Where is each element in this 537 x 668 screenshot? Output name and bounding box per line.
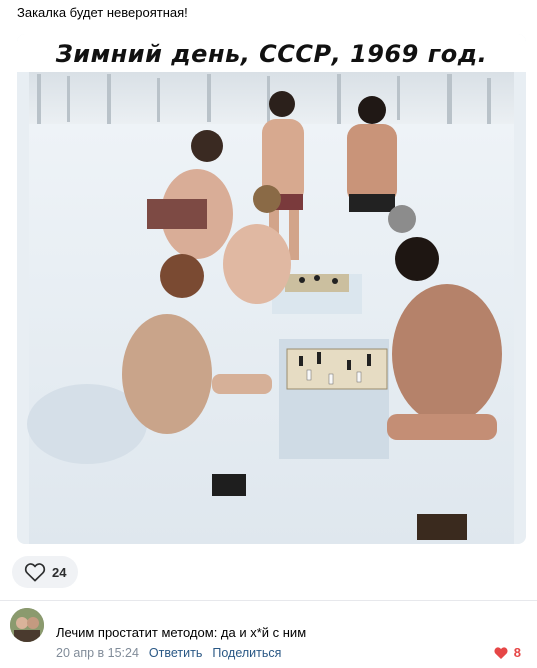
reply-button[interactable]: Ответить <box>149 646 202 660</box>
divider <box>0 600 537 601</box>
comment-text: Лечим простатит методом: да и х*й с ним <box>56 625 307 640</box>
post-text: Закалка будет невероятная! <box>17 5 188 20</box>
heart-outline-icon <box>24 563 46 582</box>
post-like-button[interactable]: 24 <box>12 556 79 588</box>
comment-like-count: 8 <box>513 645 521 660</box>
post-like-count: 24 <box>52 564 67 580</box>
heart-filled-icon <box>494 646 508 659</box>
chess-board-back <box>285 274 349 292</box>
comment-like-button[interactable]: 8 <box>493 645 521 660</box>
person-man-back-right <box>388 205 416 233</box>
avatar-image <box>10 608 44 642</box>
share-button[interactable]: Поделиться <box>212 646 281 660</box>
chess-board-front <box>286 348 388 390</box>
comment-date[interactable]: 20 апр в 15:24 <box>56 646 139 660</box>
post-photo[interactable]: Зимний день, СССР, 1969 год. <box>17 34 526 544</box>
photo-caption: Зимний день, СССР, 1969 год. <box>55 40 488 68</box>
photo-illustration <box>17 34 526 544</box>
comment-meta: 20 апр в 15:24 Ответить Поделиться <box>56 646 281 660</box>
avatar[interactable] <box>10 608 44 642</box>
